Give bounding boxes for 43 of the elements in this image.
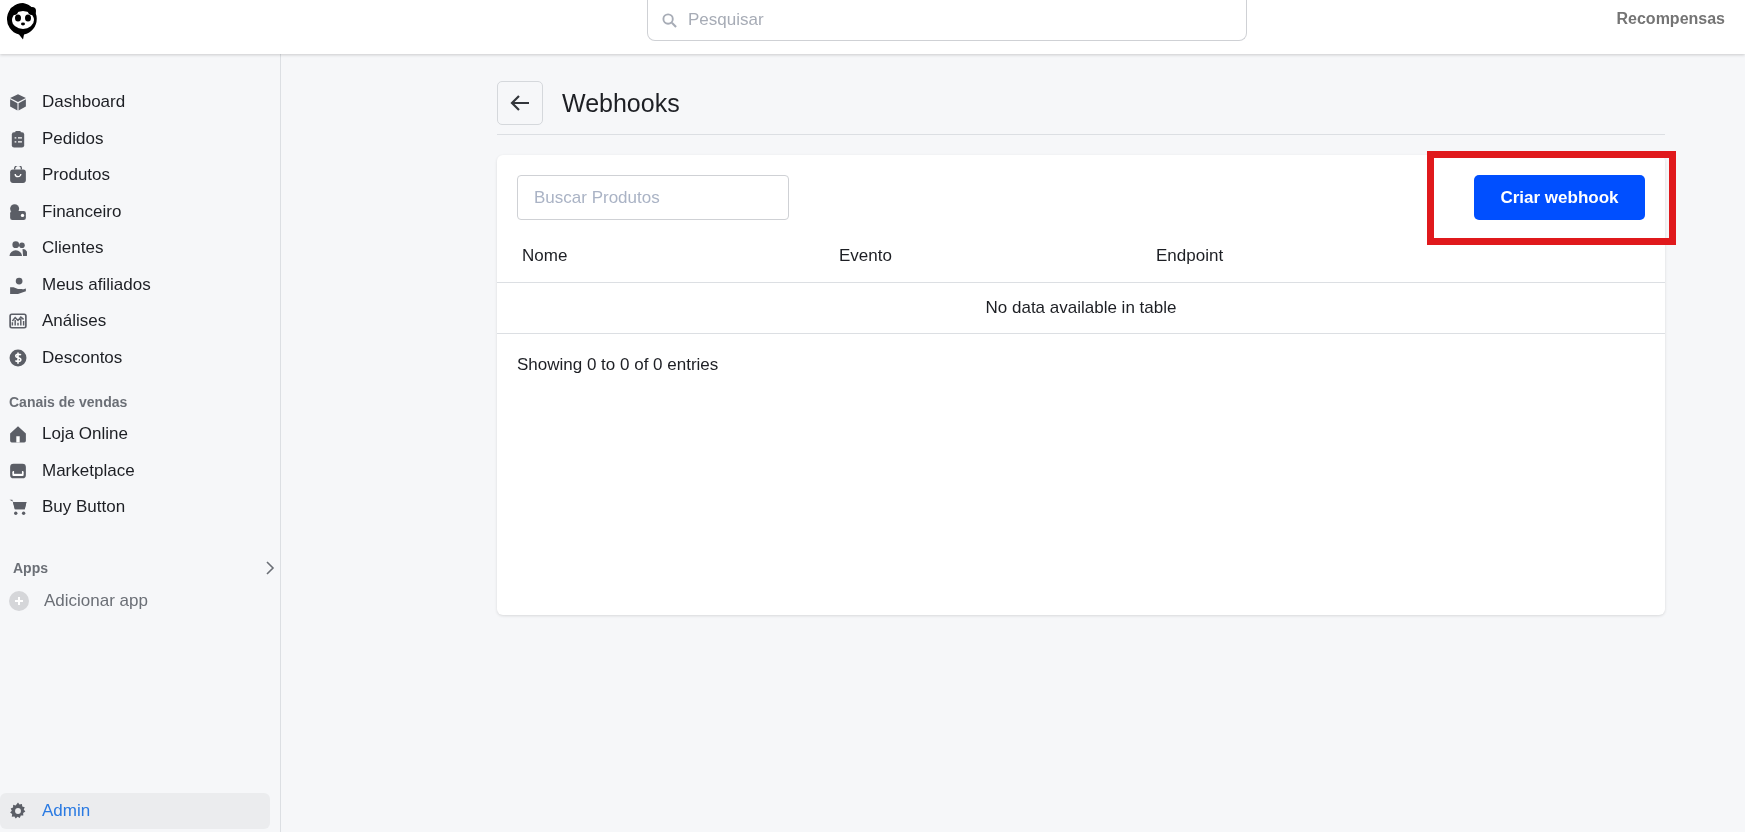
sidebar-item-icon bbox=[9, 425, 27, 444]
arrow-left-icon bbox=[509, 94, 531, 112]
section-heading: Apps bbox=[13, 559, 48, 576]
plus-circle-icon bbox=[9, 590, 29, 611]
column-header[interactable]: Endpoint bbox=[1131, 234, 1665, 283]
sidebar-item-icon bbox=[9, 461, 27, 480]
table-info: Showing 0 to 0 of 0 entries bbox=[517, 355, 719, 374]
sidebar-item-icon bbox=[9, 166, 27, 185]
sidebar-item[interactable]: Análises bbox=[0, 303, 270, 340]
search-icon bbox=[662, 13, 677, 28]
empty-table-message: No data available in table bbox=[497, 282, 1665, 334]
page-title: Webhooks bbox=[562, 88, 680, 118]
panda-logo-icon[interactable] bbox=[6, 2, 40, 40]
sidebar-item[interactable]: Clientes bbox=[0, 230, 270, 267]
sidebar-item-icon bbox=[9, 275, 27, 294]
section-heading: Canais de vendas bbox=[8, 393, 129, 412]
add-app-link[interactable]: Adicionar app bbox=[0, 575, 280, 611]
sidebar-item[interactable]: Loja Online bbox=[0, 416, 270, 453]
sidebar-item[interactable]: Marketplace bbox=[0, 452, 270, 489]
column-header[interactable]: Evento bbox=[814, 234, 1131, 283]
search-field[interactable]: Pesquisar bbox=[647, 0, 1247, 41]
sidebar-item[interactable]: Buy Button bbox=[0, 489, 270, 526]
sidebar-item-icon bbox=[9, 498, 27, 517]
chevron-right-icon[interactable] bbox=[264, 560, 276, 575]
sidebar-item-icon bbox=[9, 801, 27, 820]
sidebar-item[interactable]: Financeiro bbox=[0, 193, 270, 230]
sidebar-item[interactable]: Pedidos bbox=[0, 120, 270, 157]
sidebar-item-icon bbox=[9, 202, 27, 221]
rewards-link[interactable]: Recompensas bbox=[1616, 10, 1725, 28]
column-header[interactable]: Nome bbox=[497, 234, 814, 283]
search-field[interactable]: Buscar Produtos bbox=[517, 175, 789, 220]
back-button[interactable] bbox=[497, 81, 543, 125]
sidebar-item[interactable]: Admin bbox=[0, 792, 270, 829]
sidebar-item-icon bbox=[9, 93, 27, 112]
sidebar-item[interactable]: Meus afiliados bbox=[0, 266, 270, 303]
create-webhook-button[interactable]: Criar webhook bbox=[1474, 175, 1645, 220]
sidebar-item-icon bbox=[9, 312, 27, 331]
sidebar-item[interactable]: Produtos bbox=[0, 157, 270, 194]
sidebar-item-icon bbox=[9, 239, 27, 258]
sidebar-item[interactable]: Dashboard bbox=[0, 84, 270, 121]
sidebar-item-icon bbox=[9, 348, 27, 367]
sidebar-item[interactable]: Descontos bbox=[0, 339, 270, 376]
sidebar-item-icon bbox=[9, 129, 27, 148]
